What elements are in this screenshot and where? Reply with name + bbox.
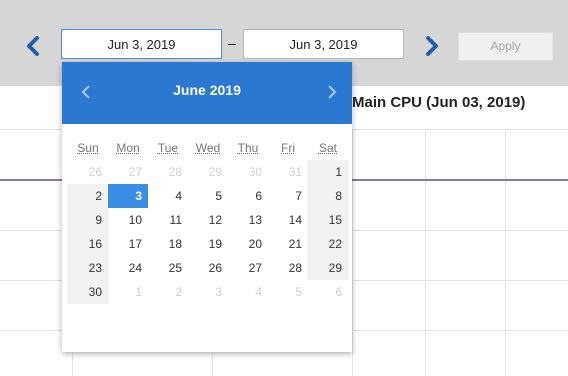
calendar-day[interactable]: 13 [228,208,268,232]
calendar-day[interactable]: 25 [148,256,188,280]
calendar-week-row: 9 10 11 12 13 14 15 [68,208,352,232]
calendar-day[interactable]: 27 [108,160,148,184]
apply-button[interactable]: Apply [458,32,553,61]
weekday-label: Wed [195,141,221,155]
weekday-header-row: Sun Mon Tue Wed Thu Fri Sat [68,136,352,160]
calendar-day[interactable]: 7 [268,184,308,208]
start-date-input[interactable] [61,29,222,59]
calendar-day[interactable]: 30 [68,280,108,304]
calendar-day[interactable]: 18 [148,232,188,256]
grid-line [425,129,426,376]
calendar-week-row: 2345678 [68,184,352,208]
calendar-day[interactable]: 6 [228,184,268,208]
calendar-day-selected[interactable]: 3 [108,184,148,208]
chart-title: Main CPU (Jun 03, 2019) [352,94,526,111]
calendar-day[interactable]: 19 [188,232,228,256]
calendar-day[interactable]: 23 [68,256,108,280]
grid-line [352,129,353,376]
calendar-day[interactable]: 26 [188,256,228,280]
calendar-month-title: June 2019 [173,82,241,98]
calendar-day[interactable]: 16 [68,232,108,256]
calendar-day[interactable]: 17 [108,232,148,256]
chevron-right-icon[interactable] [326,84,338,100]
calendar-day[interactable]: 11 [148,208,188,232]
calendar-day[interactable]: 31 [268,160,308,184]
calendar-day[interactable]: 1 [308,160,348,184]
chevron-right-icon[interactable] [424,36,440,56]
calendar-day[interactable]: 3 [188,280,228,304]
chevron-left-icon[interactable] [25,36,41,56]
grid-line [505,129,506,376]
calendar-grid: Sun Mon Tue Wed Thu Fri Sat 26 27 28 29 30 31… [62,136,352,304]
end-date-input[interactable] [243,29,404,59]
date-picker-popup: June 2019 Sun Mon Tue Wed Thu Fri Sat 26… [62,62,352,352]
calendar-day[interactable]: 9 [68,208,108,232]
weekday-label: Sat [318,141,337,155]
calendar-day[interactable]: 6 [308,280,348,304]
calendar-day[interactable]: 14 [268,208,308,232]
calendar-day[interactable]: 10 [108,208,148,232]
calendar-day[interactable]: 28 [268,256,308,280]
weekday-label: Tue [157,141,179,155]
calendar-day[interactable]: 1 [108,280,148,304]
calendar-week-row: 23 24 25 26 27 28 29 [68,256,352,280]
range-separator: – [228,35,236,51]
calendar-day[interactable]: 4 [228,280,268,304]
calendar-week-row: 26 27 28 29 30 31 1 [68,160,352,184]
calendar-day[interactable]: 8 [308,184,348,208]
weekday-label: Sun [77,141,99,155]
calendar-header: June 2019 [62,62,352,124]
calendar-day[interactable]: 27 [228,256,268,280]
calendar-day[interactable]: 29 [188,160,228,184]
calendar-day[interactable]: 4 [148,184,188,208]
calendar-day[interactable]: 2 [148,280,188,304]
calendar-day[interactable]: 5 [188,184,228,208]
calendar-week-row: 16 17 18 19 20 21 22 [68,232,352,256]
calendar-day[interactable]: 21 [268,232,308,256]
calendar-day[interactable]: 26 [68,160,108,184]
calendar-day[interactable]: 30 [228,160,268,184]
calendar-day[interactable]: 22 [308,232,348,256]
calendar-day[interactable]: 24 [108,256,148,280]
calendar-day[interactable]: 12 [188,208,228,232]
calendar-day[interactable]: 15 [308,208,348,232]
calendar-day[interactable]: 29 [308,256,348,280]
weekday-label: Thu [237,141,259,155]
calendar-day[interactable]: 2 [68,184,108,208]
weekday-label: Fri [281,141,295,155]
weekday-label: Mon [116,141,140,155]
calendar-day[interactable]: 5 [268,280,308,304]
calendar-day[interactable]: 28 [148,160,188,184]
calendar-week-row: 30 1 2 3 4 5 6 [68,280,352,304]
calendar-day[interactable]: 20 [228,232,268,256]
